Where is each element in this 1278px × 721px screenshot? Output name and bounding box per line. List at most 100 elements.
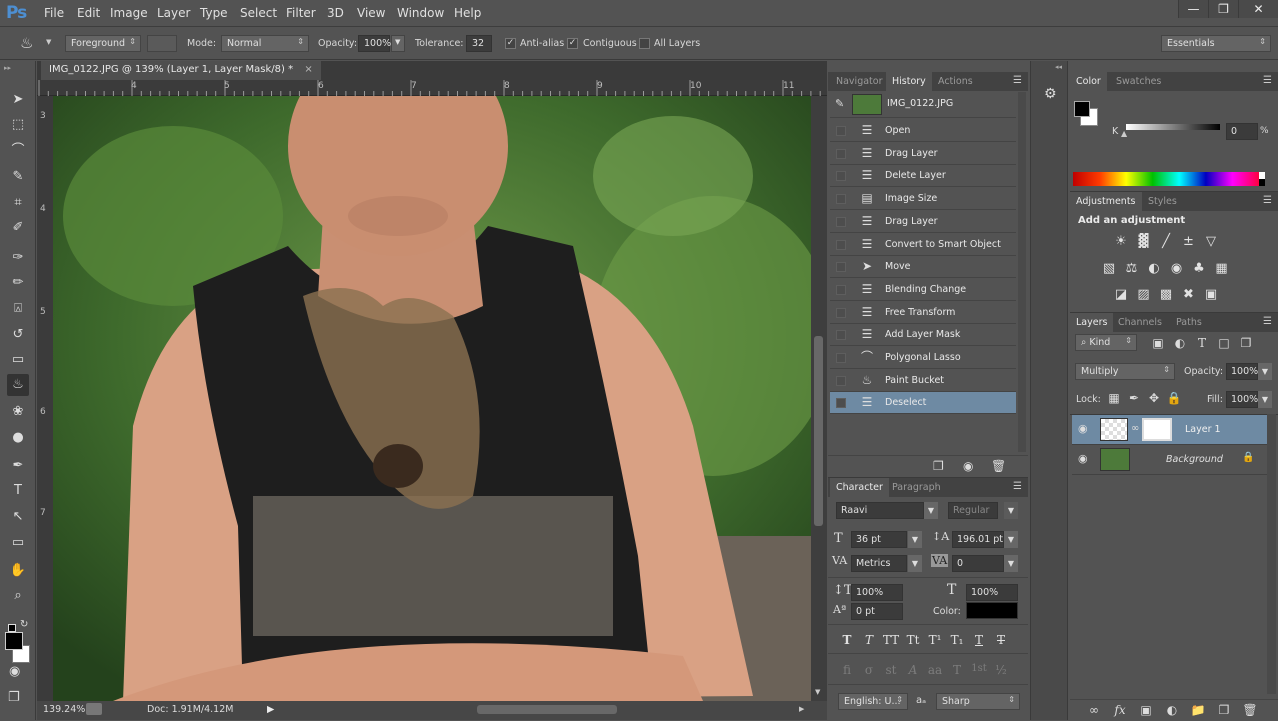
opacity-dropdown-icon[interactable]: ▼ [391,35,405,52]
ramp-black[interactable] [1259,179,1265,186]
layer-name[interactable]: Layer 1 [1185,424,1221,435]
blend-mode-select[interactable]: Multiply ⇕ [1075,363,1175,380]
ramp-white[interactable] [1259,172,1265,179]
lock-image-icon[interactable]: ✒ [1126,391,1142,405]
color-balance-icon[interactable]: ⚖ [1123,261,1141,277]
vertical-scroll-thumb[interactable] [814,336,823,526]
scroll-down-icon[interactable]: ▼ [815,688,820,696]
posterize-icon[interactable]: ▨ [1135,287,1153,303]
mask-link-icon[interactable]: ∞ [1131,423,1139,434]
lock-all-icon[interactable]: 🔒 [1166,391,1182,405]
visibility-eye-icon[interactable]: ◉ [1078,452,1088,465]
horizontal-scale-input[interactable]: 100% [966,584,1018,601]
k-slider-thumb[interactable]: ▲ [1121,129,1127,138]
properties-panel-icon[interactable]: ⚙ [1044,86,1057,102]
new-adjustment-layer-icon[interactable]: ◐ [1164,703,1180,717]
add-mask-icon[interactable]: ▣ [1138,703,1154,717]
layer-row-layer-1[interactable]: ◉ ∞ Layer 1 [1072,415,1267,445]
exposure-icon[interactable]: ± [1180,234,1198,250]
tab-paths[interactable]: Paths [1170,313,1208,332]
visibility-eye-icon[interactable]: ◉ [1078,422,1088,435]
font-style-dropdown-icon[interactable]: ▼ [1004,502,1018,519]
curves-icon[interactable]: ╱ [1157,234,1175,250]
screen-mode-icon[interactable]: ❐ [8,690,20,705]
history-brush-source-checkbox[interactable] [836,398,846,409]
tracking-input[interactable]: 0 [952,555,1004,572]
leading-dropdown-icon[interactable]: ▼ [1004,531,1018,548]
history-brush-tool[interactable]: ↺ [7,324,29,346]
kerning-dropdown-icon[interactable]: ▼ [908,555,922,572]
fill-input[interactable]: 100% [1226,391,1258,408]
contiguous-checkbox[interactable]: ✓ [567,38,578,49]
color-spectrum-ramp[interactable] [1073,172,1259,186]
history-item[interactable]: ☰ Add Layer Mask [830,324,1016,347]
mode-select[interactable]: Normal ⇕ [221,35,309,52]
paint-bucket-tool[interactable]: ♨ [7,374,29,396]
menu-3d[interactable]: 3D [327,6,344,20]
quick-selection-tool[interactable]: ✎ [7,166,29,188]
history-item[interactable]: ☰ Deselect [830,392,1016,415]
ordinals-button[interactable]: 1st [970,663,988,674]
horizontal-scroll-thumb[interactable] [477,705,617,714]
panel-menu-icon[interactable]: ☰ [1013,75,1022,86]
layer-filter-select[interactable]: ⌕ Kind ⇕ [1075,334,1137,351]
tool-preset-dropdown-icon[interactable]: ▼ [46,38,51,46]
panel-menu-icon[interactable]: ☰ [1263,75,1272,86]
delete-layer-icon[interactable]: 🗑 [1242,703,1258,717]
tab-actions[interactable]: Actions [932,72,979,91]
path-selection-tool[interactable]: ↖ [7,506,29,528]
lock-position-icon[interactable]: ✥ [1146,391,1162,405]
clone-stamp-tool[interactable]: ⍓ [7,298,29,320]
stylistic-alternates-button[interactable]: aa [926,663,944,677]
new-layer-icon[interactable]: ❐ [1216,703,1232,717]
menu-window[interactable]: Window [397,6,444,20]
superscript-button[interactable]: T¹ [926,633,944,647]
default-colors-icon[interactable] [8,624,16,632]
photo-filter-icon[interactable]: ◉ [1168,261,1186,277]
ruler-horizontal[interactable]: 4 5 6 7 8 9 10 11 [37,80,827,96]
history-item[interactable]: ☰ Free Transform [830,302,1016,324]
antialias-method-select[interactable]: Sharp ⇕ [936,693,1020,710]
discretionary-ligatures-button[interactable]: st [882,663,900,677]
link-layers-icon[interactable]: ∞ [1086,703,1102,717]
tab-color[interactable]: Color [1070,72,1107,91]
tab-layers[interactable]: Layers [1070,313,1114,332]
tab-character[interactable]: Character [830,478,889,497]
strikethrough-button[interactable]: T [992,633,1010,647]
filter-type-icon[interactable]: T [1194,336,1210,350]
tab-history[interactable]: History [886,72,932,91]
filter-smart-object-icon[interactable]: ❐ [1238,336,1254,350]
history-brush-source-checkbox[interactable] [836,353,846,363]
pen-tool[interactable]: ✒ [7,455,29,477]
lock-transparent-icon[interactable]: ▦ [1106,391,1122,405]
font-family-dropdown-icon[interactable]: ▼ [924,502,938,519]
font-style-input[interactable]: Regular [948,502,998,519]
vibrance-icon[interactable]: ▽ [1202,234,1220,250]
move-tool[interactable]: ➤ [7,89,29,111]
healing-brush-tool[interactable]: ✑ [7,247,29,269]
k-value-input[interactable]: 0 [1226,123,1258,140]
menu-type[interactable]: Type [200,6,228,20]
selective-color-icon[interactable]: ✖ [1180,287,1198,303]
tab-swatches[interactable]: Swatches [1110,72,1167,91]
history-brush-source-checkbox[interactable] [836,171,846,182]
brightness-contrast-icon[interactable]: ☀ [1112,234,1130,250]
font-size-dropdown-icon[interactable]: ▼ [908,531,922,548]
history-scrollbar[interactable] [1018,92,1026,452]
restore-button[interactable]: ❐ [1208,0,1238,18]
k-slider-track[interactable] [1126,124,1220,130]
black-white-icon[interactable]: ◐ [1145,261,1163,277]
history-brush-source-checkbox[interactable] [836,148,846,159]
history-item[interactable]: ▤ Image Size [830,188,1016,211]
scroll-right-icon[interactable]: ▶ [799,705,804,713]
history-item[interactable]: ☰ Delete Layer [830,165,1016,188]
history-brush-source-icon[interactable]: ✎ [835,97,844,110]
blur-tool[interactable]: ❀ [7,401,29,423]
fill-source-select[interactable]: Foreground ⇕ [65,35,141,52]
tolerance-input[interactable]: 32 [466,35,492,52]
tab-channels[interactable]: Channels [1112,313,1168,332]
pattern-picker[interactable] [147,35,177,52]
channel-mixer-icon[interactable]: ♣ [1190,261,1208,277]
filter-pixel-icon[interactable]: ▣ [1150,336,1166,350]
layers-scrollbar[interactable] [1267,414,1276,694]
